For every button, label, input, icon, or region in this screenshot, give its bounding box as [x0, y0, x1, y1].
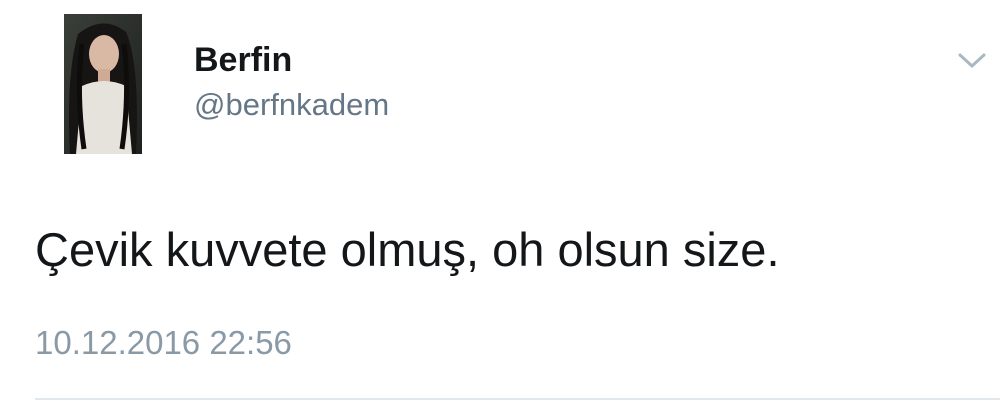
- user-handle[interactable]: @berfnkadem: [194, 86, 389, 124]
- avatar-photo-icon: [64, 14, 142, 154]
- tweet-card: Berfin @berfnkadem Çevik kuvvete olmuş, …: [0, 0, 1000, 403]
- divider: [35, 398, 1000, 400]
- chevron-down-icon[interactable]: [956, 50, 988, 72]
- display-name[interactable]: Berfin: [194, 40, 292, 80]
- tweet-text: Çevik kuvvete olmuş, oh olsun size.: [35, 223, 780, 276]
- avatar[interactable]: [64, 14, 142, 154]
- tweet-timestamp[interactable]: 10.12.2016 22:56: [35, 323, 292, 363]
